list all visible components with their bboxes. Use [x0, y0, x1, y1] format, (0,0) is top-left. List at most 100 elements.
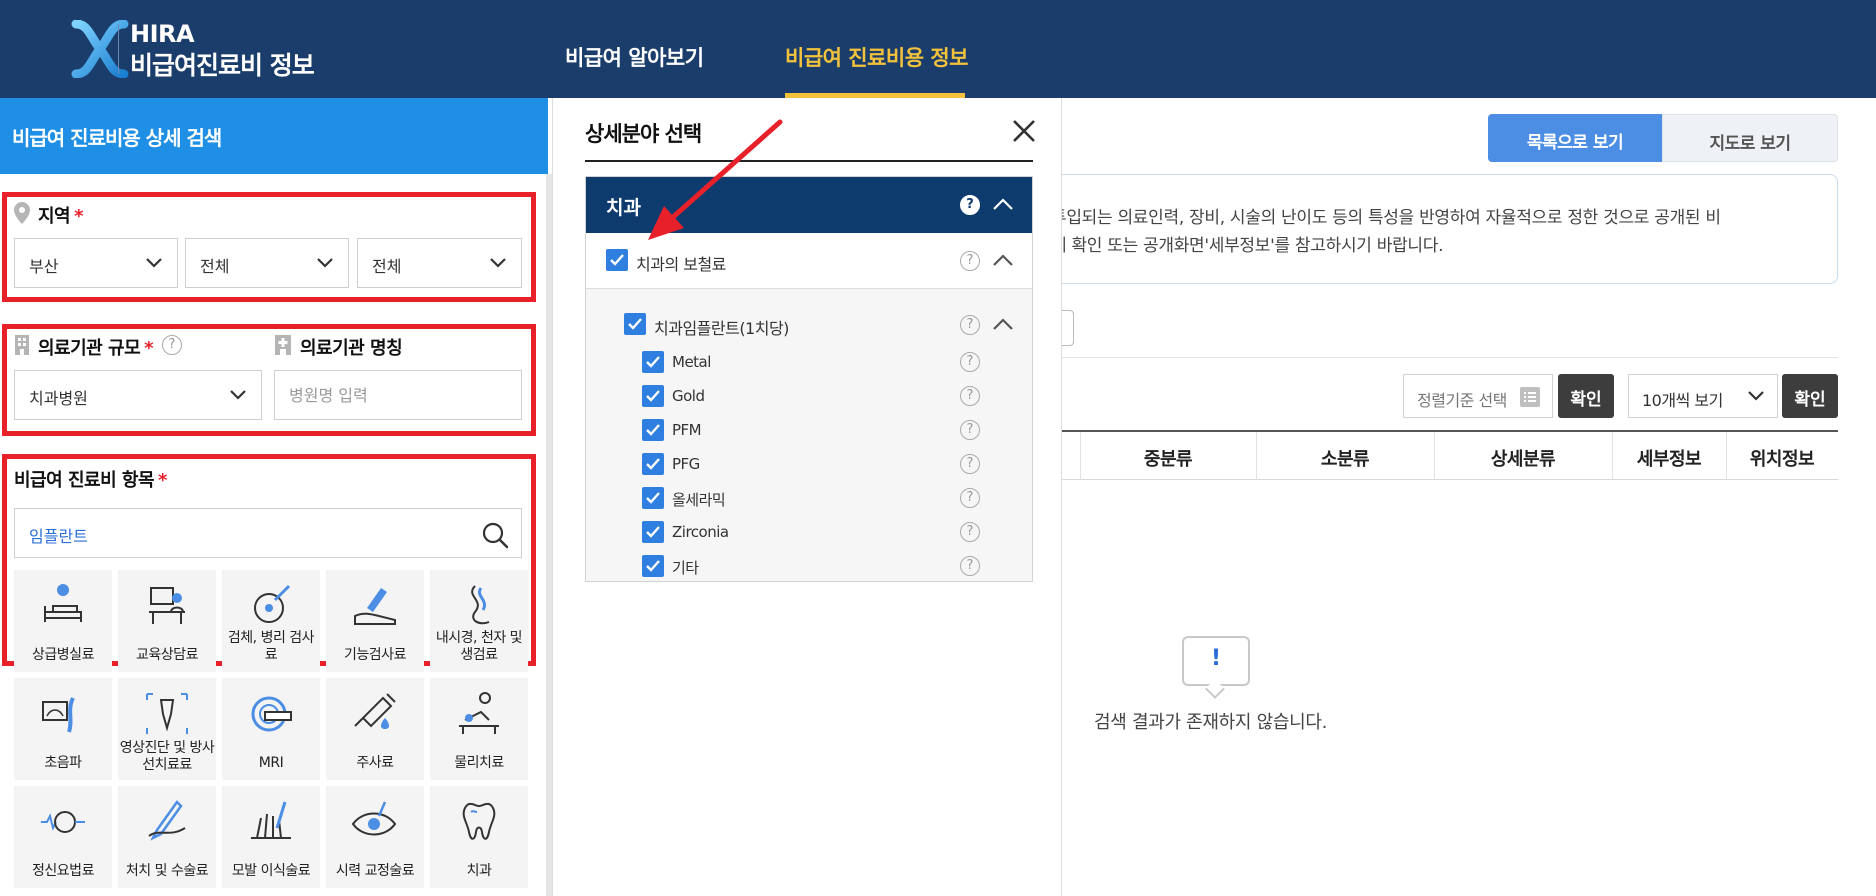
check-icon	[646, 424, 660, 436]
page-size-select[interactable]: 10개씩 보기	[1628, 374, 1778, 418]
tree-item-label: PFM	[672, 421, 702, 439]
nav-noncovered-cost-info[interactable]: 비급여 진료비용 정보	[785, 42, 969, 72]
category-mri[interactable]: MRI	[222, 678, 320, 780]
exclamation-mark: !	[1210, 646, 1222, 671]
physical-therapy-icon	[459, 692, 499, 734]
category-function-test[interactable]: 기능검사료	[326, 570, 424, 672]
chevron-down-icon	[1748, 391, 1764, 401]
region-city-select[interactable]: 부산	[14, 238, 178, 288]
institution-name-input[interactable]	[274, 370, 522, 420]
scale-help-icon[interactable]: ?	[162, 335, 182, 355]
help-icon[interactable]: ?	[960, 556, 980, 576]
category-dental[interactable]: 치과	[430, 786, 528, 888]
brand-subtitle: 비급여진료비 정보	[130, 51, 315, 80]
search-panel: 비급여 진료비용 상세 검색 지역 * 부산 전체 전체 의료기관 규모 * ? 의…	[0, 98, 552, 896]
nav-noncovered-about[interactable]: 비급여 알아보기	[565, 42, 704, 72]
category-imaging-radiation[interactable]: 영상진단 및 방사선치료료	[118, 678, 216, 780]
view-list-button[interactable]: 목록으로 보기	[1488, 114, 1662, 162]
category-hair-transplant[interactable]: 모발 이식술료	[222, 786, 320, 888]
help-icon[interactable]: ?	[960, 195, 980, 215]
category-psychotherapy[interactable]: 정신요법료	[14, 786, 112, 888]
notice-line-2: 에 확인 또는 공개화면'세부정보'를 참고하시기 바랍니다.	[1051, 236, 1444, 256]
category-surgery[interactable]: 처치 및 수술료	[118, 786, 216, 888]
column-header-location: 위치정보	[1749, 449, 1815, 470]
popup-title: 상세분야 선택	[585, 122, 702, 146]
help-icon[interactable]: ?	[960, 315, 980, 335]
check-icon	[646, 526, 660, 538]
tree-item-implant: 치과임플란트(1치당) ?	[586, 305, 1032, 345]
mri-icon	[251, 696, 292, 732]
specimen-icon	[254, 584, 291, 623]
sort-select-label: 정렬기준 선택	[1417, 391, 1507, 410]
help-icon[interactable]: ?	[960, 251, 980, 271]
logo-divider	[118, 24, 119, 74]
check-icon	[646, 492, 660, 504]
sort-select[interactable]: 정렬기준 선택	[1403, 374, 1553, 418]
checkbox-prosthetics[interactable]	[606, 249, 628, 271]
chevron-up-icon[interactable]	[992, 197, 1014, 211]
checkbox-all-ceramic[interactable]	[642, 487, 664, 509]
checkbox-implant[interactable]	[624, 313, 646, 335]
region-town-select[interactable]: 전체	[357, 238, 522, 288]
hospital-icon	[275, 335, 291, 355]
item-search-input[interactable]: 임플란트	[14, 508, 522, 558]
help-icon[interactable]: ?	[960, 420, 980, 440]
tree-root-dental[interactable]: 치과 ?	[586, 177, 1032, 233]
category-physical-therapy[interactable]: 물리치료	[430, 678, 528, 780]
column-header-detail-class: 상세분류	[1490, 449, 1556, 470]
category-tree: 치과 ? 치과의 보철료 ? 치과임플란트(1치당) ? Metal ? Gol…	[585, 176, 1033, 582]
category-hospital-bed[interactable]: 상급병실료	[14, 570, 112, 672]
help-icon[interactable]: ?	[960, 522, 980, 542]
checkbox-pfg[interactable]	[642, 453, 664, 475]
tree-item-label: Zirconia	[672, 523, 729, 541]
surgery-icon	[148, 800, 186, 841]
brain-icon	[41, 811, 85, 833]
tree-item-label: PFG	[672, 455, 700, 473]
view-map-button[interactable]: 지도로 보기	[1662, 114, 1838, 162]
chevron-up-icon[interactable]	[992, 253, 1014, 267]
results-table-header: 중분류 소분류 상세분류 세부정보 위치정보	[1062, 430, 1838, 480]
tree-item-metal: Metal ?	[586, 345, 1032, 379]
checkbox-zirconia[interactable]	[642, 521, 664, 543]
tree-item-all-ceramic: 올세라믹 ?	[586, 481, 1032, 515]
top-header: HIRA 비급여진료비 정보 비급여 알아보기 비급여 진료비용 정보	[0, 0, 1876, 98]
search-icon[interactable]	[481, 521, 509, 549]
help-icon[interactable]: ?	[960, 386, 980, 406]
help-icon[interactable]: ?	[960, 488, 980, 508]
check-icon	[628, 318, 642, 330]
consultation-icon	[149, 587, 185, 624]
region-district-select[interactable]: 전체	[185, 238, 349, 288]
checkbox-metal[interactable]	[642, 351, 664, 373]
checkbox-other[interactable]	[642, 555, 664, 577]
institution-scale-select[interactable]: 치과병원	[14, 370, 262, 420]
chevron-up-icon[interactable]	[992, 317, 1014, 331]
category-vision-correction[interactable]: 시력 교정술료	[326, 786, 424, 888]
view-list-label: 목록으로 보기	[1526, 133, 1624, 153]
item-search-value: 임플란트	[29, 527, 88, 546]
category-injection[interactable]: 주사료	[326, 678, 424, 780]
sort-confirm-button[interactable]: 확인	[1558, 374, 1614, 418]
tree-item-gold: Gold ?	[586, 379, 1032, 413]
empty-result-icon: !	[1182, 636, 1250, 686]
category-specimen-test[interactable]: 검체, 병리 검사료	[222, 570, 320, 672]
close-icon[interactable]	[1009, 116, 1039, 146]
category-endoscope[interactable]: 내시경, 천자 및 생검료	[430, 570, 528, 672]
hospital-bed-icon	[44, 584, 82, 622]
notice-line-1: 투입되는 의료인력, 장비, 시술의 난이도 등의 특성을 반영하여 자율적으로…	[1051, 208, 1721, 228]
checkbox-gold[interactable]	[642, 385, 664, 407]
help-icon[interactable]: ?	[960, 454, 980, 474]
location-pin-icon	[14, 202, 30, 224]
detail-field-popup: 상세분야 선택 치과 ? 치과의 보철료 ? 치과임플란트(1치당) ? Met…	[552, 98, 1062, 896]
tree-item-other: 기타 ?	[586, 549, 1032, 583]
check-icon	[646, 390, 660, 402]
help-icon[interactable]: ?	[960, 352, 980, 372]
ultrasound-icon	[42, 697, 75, 733]
checkbox-pfm[interactable]	[642, 419, 664, 441]
category-ultrasound[interactable]: 초음파	[14, 678, 112, 780]
hair-transplant-icon	[251, 801, 291, 839]
category-consultation[interactable]: 교육상담료	[118, 570, 216, 672]
tooth-icon	[462, 802, 496, 840]
page-size-confirm-button[interactable]: 확인	[1782, 374, 1838, 418]
column-header-small: 소분류	[1320, 449, 1370, 470]
endoscope-icon	[471, 585, 490, 625]
